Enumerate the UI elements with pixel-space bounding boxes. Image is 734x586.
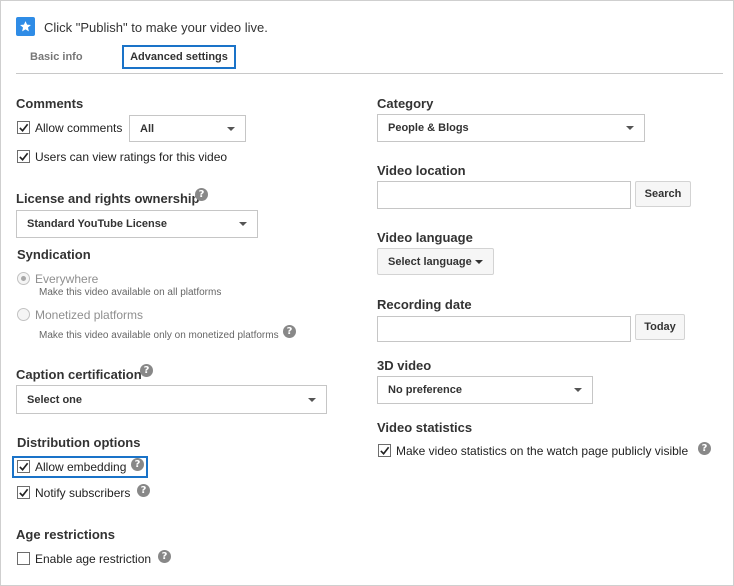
category-heading: Category: [377, 96, 434, 111]
radio-monetized-label[interactable]: Monetized platforms: [35, 308, 143, 322]
video3d-heading: 3D video: [377, 358, 432, 373]
video3d-select-value: No preference: [388, 384, 462, 396]
chevron-down-icon: [239, 222, 247, 226]
radio-everywhere[interactable]: [17, 272, 30, 285]
license-select[interactable]: Standard YouTube License: [16, 210, 258, 238]
caption-select[interactable]: Select one: [16, 385, 327, 414]
license-heading: License and rights ownership: [16, 191, 200, 206]
notify-subscribers-label[interactable]: Notify subscribers: [35, 486, 130, 500]
ratings-label[interactable]: Users can view ratings for this video: [35, 150, 227, 164]
check-icon: [19, 462, 29, 471]
advanced-settings-panel: Click "Publish" to make your video live.…: [0, 0, 734, 586]
star-icon: [16, 17, 35, 36]
caption-select-value: Select one: [27, 393, 83, 406]
tab-basic-info[interactable]: Basic info: [30, 51, 83, 63]
help-icon[interactable]: ?: [137, 484, 150, 497]
help-icon[interactable]: ?: [158, 550, 171, 563]
publish-notice: Click "Publish" to make your video live.: [44, 20, 268, 35]
chevron-down-icon: [475, 259, 483, 264]
help-icon[interactable]: ?: [195, 188, 208, 201]
comments-heading: Comments: [16, 96, 84, 111]
check-icon: [19, 488, 29, 497]
check-icon: [19, 123, 29, 132]
allow-embedding-checkbox[interactable]: [17, 460, 30, 473]
distribution-heading: Distribution options: [17, 435, 141, 450]
tab-divider: [16, 73, 723, 74]
caption-heading: Caption certification: [16, 367, 142, 382]
check-icon: [380, 446, 390, 455]
location-heading: Video location: [377, 163, 466, 178]
select-language-button[interactable]: Select language: [377, 248, 494, 275]
language-heading: Video language: [377, 230, 473, 245]
statistics-checkbox[interactable]: [378, 444, 391, 457]
radio-monetized-desc: Make this video available only on moneti…: [39, 330, 279, 341]
syndication-heading: Syndication: [17, 247, 91, 262]
chevron-down-icon: [227, 126, 235, 131]
select-language-label: Select language: [388, 255, 472, 268]
category-select[interactable]: People & Blogs: [377, 114, 645, 142]
license-select-value: Standard YouTube License: [27, 218, 167, 230]
help-icon[interactable]: ?: [140, 364, 153, 377]
allow-embedding-label[interactable]: Allow embedding: [35, 460, 126, 474]
chevron-down-icon: [626, 126, 634, 130]
statistics-label[interactable]: Make video statistics on the watch page …: [396, 444, 688, 458]
radio-everywhere-label[interactable]: Everywhere: [35, 272, 98, 286]
age-heading: Age restrictions: [16, 527, 115, 542]
today-button[interactable]: Today: [635, 314, 685, 340]
location-search-button[interactable]: Search: [635, 181, 691, 207]
comments-select[interactable]: All: [129, 115, 246, 142]
check-icon: [19, 152, 29, 161]
radio-monetized[interactable]: [17, 308, 30, 321]
comments-select-value: All: [140, 122, 155, 135]
location-input[interactable]: [377, 181, 631, 209]
allow-comments-checkbox[interactable]: [17, 121, 30, 134]
chevron-down-icon: [308, 397, 316, 402]
age-restriction-label[interactable]: Enable age restriction: [35, 552, 151, 566]
recording-date-input[interactable]: [377, 316, 631, 342]
radio-everywhere-desc: Make this video available on all platfor…: [39, 287, 222, 298]
help-icon[interactable]: ?: [698, 442, 711, 455]
tab-advanced-settings[interactable]: Advanced settings: [122, 45, 236, 69]
notify-subscribers-checkbox[interactable]: [17, 486, 30, 499]
ratings-checkbox[interactable]: [17, 150, 30, 163]
help-icon[interactable]: ?: [283, 325, 296, 338]
recording-heading: Recording date: [377, 297, 472, 312]
help-icon[interactable]: ?: [131, 458, 144, 471]
statistics-heading: Video statistics: [377, 420, 473, 435]
category-select-value: People & Blogs: [388, 122, 469, 134]
chevron-down-icon: [574, 388, 582, 392]
allow-comments-label[interactable]: Allow comments: [35, 121, 122, 135]
video3d-select[interactable]: No preference: [377, 376, 593, 404]
age-restriction-checkbox[interactable]: [17, 552, 30, 565]
